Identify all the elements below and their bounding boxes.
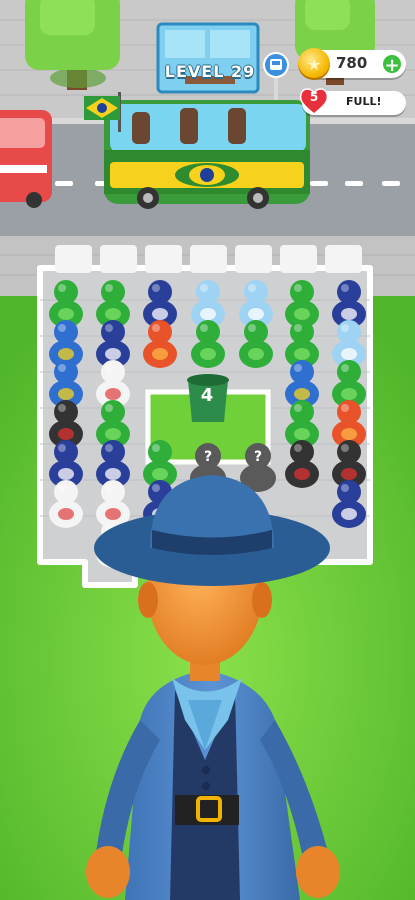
green-bus [104, 100, 310, 209]
lives-counter[interactable]: 5 FULL! [299, 88, 406, 115]
game-scene: ? ? [0, 0, 415, 900]
coins-value: 780 [336, 54, 368, 72]
level-indicator: LEVEL 29 [164, 62, 256, 81]
coins-counter: ★ 780 + [298, 48, 406, 80]
holding-slot-count: 4 [200, 385, 214, 406]
lives-status: FULL! [346, 95, 382, 108]
bus-stop-icon [263, 52, 289, 78]
lives-count: 5 [309, 90, 319, 104]
mystery-mark: ? [254, 449, 262, 465]
mystery-mark: ? [204, 449, 212, 465]
star-coin-icon: ★ [298, 48, 330, 80]
queue-exit-slots [55, 245, 362, 273]
add-coins-button[interactable]: + [381, 53, 403, 76]
red-truck [0, 110, 52, 208]
bus-shelter [156, 22, 260, 94]
